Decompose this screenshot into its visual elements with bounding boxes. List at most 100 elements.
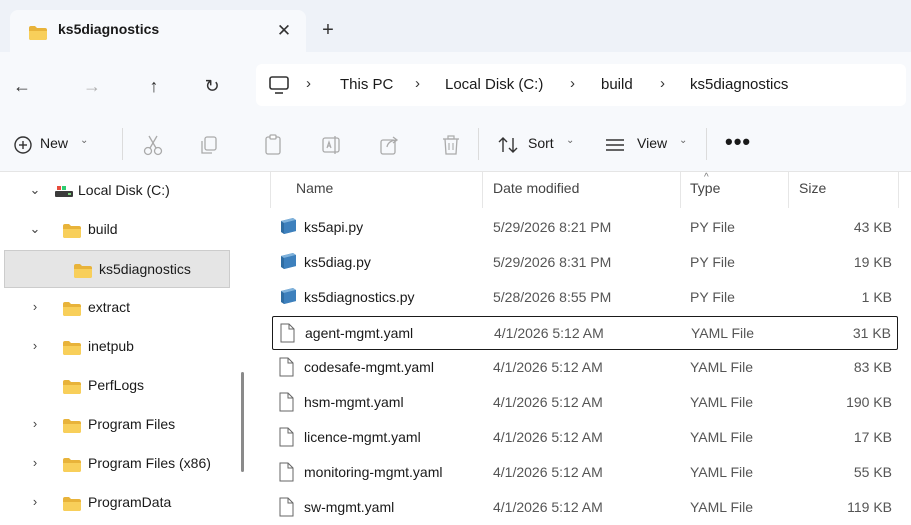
chevron-right-icon[interactable]: › bbox=[28, 455, 42, 470]
file-row[interactable]: hsm-mgmt.yaml 4/1/2026 5:12 AM YAML File… bbox=[272, 386, 898, 420]
file-size: 19 KB bbox=[853, 254, 892, 270]
folder-icon bbox=[62, 496, 82, 512]
file-name: licence-mgmt.yaml bbox=[304, 429, 421, 445]
sidebar-item-program-files-x86[interactable]: › Program Files (x86) bbox=[0, 445, 232, 483]
column-header-name[interactable]: Name bbox=[296, 180, 333, 196]
sidebar-item-perflogs[interactable]: PerfLogs bbox=[0, 367, 232, 405]
cut-icon[interactable] bbox=[142, 133, 164, 157]
chevron-down-icon[interactable]: ⌄ bbox=[80, 135, 88, 146]
share-icon[interactable] bbox=[378, 133, 400, 157]
up-button[interactable]: ↑ bbox=[142, 74, 166, 98]
python-file-icon bbox=[278, 287, 298, 305]
file-row[interactable]: agent-mgmt.yaml 4/1/2026 5:12 AM YAML Fi… bbox=[272, 316, 898, 350]
file-type: YAML File bbox=[690, 499, 754, 515]
sidebar-item-build[interactable]: ⌄ build bbox=[0, 211, 232, 249]
file-name: monitoring-mgmt.yaml bbox=[304, 464, 443, 480]
breadcrumb-separator[interactable]: › bbox=[415, 75, 420, 92]
refresh-button[interactable]: ↻ bbox=[200, 74, 224, 98]
breadcrumb-this-pc[interactable]: This PC bbox=[340, 76, 393, 93]
sidebar-item-label: build bbox=[88, 221, 118, 237]
column-divider bbox=[788, 172, 789, 208]
folder-icon bbox=[62, 223, 82, 239]
sidebar-item-label: PerfLogs bbox=[88, 377, 145, 393]
sidebar-item-programdata[interactable]: › ProgramData bbox=[0, 484, 232, 522]
file-name: ks5diag.py bbox=[304, 254, 371, 270]
breadcrumb-local-disk[interactable]: Local Disk (C:) bbox=[445, 76, 543, 93]
file-list: Name Date modified ^ Type Size ks5api.py… bbox=[250, 172, 911, 525]
file-type: PY File bbox=[690, 254, 735, 270]
column-divider bbox=[680, 172, 681, 208]
file-row[interactable]: codesafe-mgmt.yaml 4/1/2026 5:12 AM YAML… bbox=[272, 351, 898, 385]
chevron-right-icon[interactable]: › bbox=[28, 338, 42, 353]
breadcrumb-ks5diagnostics[interactable]: ks5diagnostics bbox=[690, 76, 788, 93]
breadcrumb-separator[interactable]: › bbox=[660, 75, 665, 92]
breadcrumb-build[interactable]: build bbox=[601, 76, 633, 93]
chevron-right-icon[interactable]: › bbox=[28, 299, 42, 314]
folder-icon bbox=[62, 418, 82, 434]
new-button[interactable]: New bbox=[40, 135, 68, 151]
file-type: YAML File bbox=[691, 325, 755, 341]
sidebar-item-ks5diagnostics[interactable]: ks5diagnostics bbox=[4, 250, 230, 288]
file-name: ks5api.py bbox=[304, 219, 364, 235]
column-header-type[interactable]: Type bbox=[690, 180, 720, 196]
view-button[interactable]: View bbox=[637, 135, 667, 151]
file-date: 4/1/2026 5:12 AM bbox=[494, 325, 604, 341]
file-name: ks5diagnostics.py bbox=[304, 289, 415, 305]
computer-icon[interactable] bbox=[268, 75, 290, 95]
file-date: 4/1/2026 5:12 AM bbox=[493, 464, 603, 480]
sidebar-item-extract[interactable]: › extract bbox=[0, 289, 232, 327]
sidebar-item-program-files[interactable]: › Program Files bbox=[0, 406, 232, 444]
sidebar-item-inetpub[interactable]: › inetpub bbox=[0, 328, 232, 366]
file-row[interactable]: ks5api.py 5/29/2026 8:21 PM PY File 43 K… bbox=[272, 211, 898, 245]
document-icon bbox=[278, 357, 294, 377]
rename-icon[interactable] bbox=[320, 133, 342, 157]
file-row[interactable]: licence-mgmt.yaml 4/1/2026 5:12 AM YAML … bbox=[272, 421, 898, 455]
sort-button[interactable]: Sort bbox=[528, 135, 554, 151]
tab-title: ks5diagnostics bbox=[58, 21, 160, 37]
chevron-down-icon[interactable]: ⌄ bbox=[28, 221, 42, 237]
file-size: 43 KB bbox=[853, 219, 892, 235]
column-header-size[interactable]: Size bbox=[799, 180, 826, 196]
delete-icon[interactable] bbox=[440, 133, 462, 157]
file-name: codesafe-mgmt.yaml bbox=[304, 359, 434, 375]
sort-icon[interactable] bbox=[496, 133, 520, 157]
file-type: YAML File bbox=[690, 394, 754, 410]
file-size: 83 KB bbox=[853, 359, 892, 375]
chevron-down-icon[interactable]: ⌄ bbox=[679, 135, 687, 146]
file-type: YAML File bbox=[690, 464, 754, 480]
file-size: 119 KB bbox=[847, 499, 892, 515]
sidebar-item-local-disk[interactable]: ⌄ Local Disk (C:) bbox=[0, 172, 232, 210]
python-file-icon bbox=[278, 217, 298, 235]
view-icon[interactable] bbox=[604, 133, 626, 157]
column-header-date-modified[interactable]: Date modified bbox=[493, 180, 579, 196]
file-type: YAML File bbox=[690, 429, 754, 445]
back-button[interactable]: ← bbox=[10, 74, 34, 98]
column-divider bbox=[270, 172, 271, 208]
file-row[interactable]: sw-mgmt.yaml 4/1/2026 5:12 AM YAML File … bbox=[272, 491, 898, 525]
breadcrumb-separator[interactable]: › bbox=[570, 75, 575, 92]
chevron-down-icon[interactable]: ⌄ bbox=[566, 135, 574, 146]
sidebar-scrollbar[interactable] bbox=[241, 372, 244, 472]
new-icon[interactable] bbox=[12, 133, 34, 157]
toolbar-divider bbox=[122, 128, 123, 160]
file-size: 55 KB bbox=[853, 464, 892, 480]
more-options-button[interactable]: ••• bbox=[725, 129, 751, 155]
new-tab-button[interactable]: + bbox=[316, 18, 340, 42]
file-row[interactable]: ks5diagnostics.py 5/28/2026 8:55 PM PY F… bbox=[272, 281, 898, 315]
file-row[interactable]: ks5diag.py 5/29/2026 8:31 PM PY File 19 … bbox=[272, 246, 898, 280]
chevron-right-icon[interactable]: › bbox=[28, 494, 42, 509]
copy-icon[interactable] bbox=[198, 133, 220, 157]
address-bar[interactable]: › This PC › Local Disk (C:) › build › ks… bbox=[256, 64, 906, 106]
paste-icon[interactable] bbox=[262, 133, 284, 157]
file-row[interactable]: monitoring-mgmt.yaml 4/1/2026 5:12 AM YA… bbox=[272, 456, 898, 490]
chevron-right-icon[interactable]: › bbox=[28, 416, 42, 431]
folder-icon bbox=[73, 263, 93, 279]
close-icon[interactable]: ✕ bbox=[272, 19, 296, 43]
forward-button[interactable]: → bbox=[80, 74, 104, 98]
column-divider bbox=[898, 172, 899, 208]
tab-ks5diagnostics[interactable]: ks5diagnostics ✕ bbox=[10, 10, 306, 52]
chevron-down-icon[interactable]: ⌄ bbox=[28, 182, 42, 198]
breadcrumb-separator[interactable]: › bbox=[306, 75, 311, 92]
sidebar-item-label: inetpub bbox=[88, 338, 134, 354]
file-size: 1 KB bbox=[861, 289, 892, 305]
